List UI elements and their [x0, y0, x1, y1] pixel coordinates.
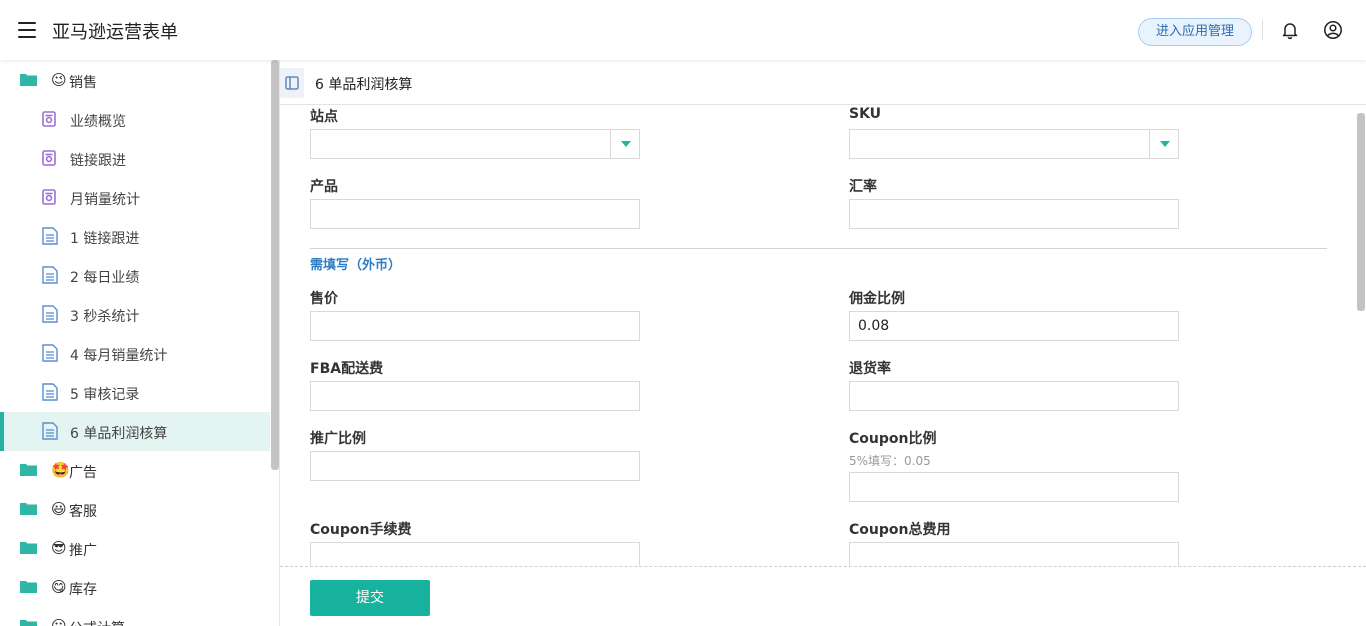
sidebar-item-label: 4 每月销量统计: [70, 348, 168, 364]
folder-icon: [20, 503, 37, 515]
sidebar-scrollbar[interactable]: [271, 60, 279, 470]
exchange-rate-label: 汇率: [849, 179, 877, 195]
sidebar-item-performance-overview[interactable]: 业绩概览: [0, 100, 270, 139]
coupon-fee-label: Coupon手续费: [310, 522, 412, 538]
commission-label: 佣金比例: [849, 291, 905, 307]
sidebar-group-label: 广告: [69, 465, 97, 481]
sidebar-item-label: 6 单品利润核算: [70, 426, 168, 442]
user-avatar-icon[interactable]: [1323, 20, 1343, 40]
document-icon: [42, 422, 58, 440]
commission-input[interactable]: 0.08: [849, 311, 1179, 341]
document-icon: [42, 383, 58, 401]
sidebar-item-page-6[interactable]: 6 单品利润核算: [0, 412, 270, 451]
product-label: 产品: [310, 179, 338, 195]
app-title: 亚马逊运营表单: [52, 22, 178, 43]
price-input[interactable]: [310, 311, 640, 341]
sidebar-item-page-3[interactable]: 3 秒杀统计: [0, 295, 270, 334]
smile-emoji-icon: 😃: [51, 500, 67, 518]
sidebar-group-label: 库存: [69, 582, 97, 598]
sidebar-group-inventory[interactable]: 😋 库存: [0, 568, 270, 607]
sidebar-group-label: 推广: [69, 543, 97, 559]
sidebar-group-sales[interactable]: 😉 销售: [0, 61, 270, 100]
return-rate-label: 退货率: [849, 361, 891, 377]
document-icon: [42, 227, 58, 245]
yum-emoji-icon: 😋: [51, 578, 67, 596]
main-content: 6 单品利润核算 站点 SKU 产品 汇率 需填写（外币） 售价 佣金比例 0.…: [280, 60, 1366, 626]
fba-fee-input[interactable]: [310, 381, 640, 411]
coupon-total-input[interactable]: [849, 542, 1179, 566]
page-tabbar: 6 单品利润核算: [280, 60, 1366, 105]
sidebar-nav: 😉 销售 业绩概览 链接跟进 月销量统计 1 链接跟进 2 每日业绩 3 秒杀统…: [0, 60, 280, 626]
site-label: 站点: [310, 109, 338, 125]
sidebar-item-label: 2 每日业绩: [70, 270, 140, 286]
page-title: 6 单品利润核算: [315, 77, 413, 93]
dropdown-arrow-icon[interactable]: [610, 130, 639, 158]
section-title: 需填写（外币）: [310, 258, 402, 273]
site-select[interactable]: [310, 129, 640, 159]
section-divider: [310, 248, 1327, 249]
document-icon: [42, 305, 58, 323]
sidebar-item-label: 5 审核记录: [70, 387, 140, 403]
sidebar-group-label: 销售: [69, 75, 97, 91]
sidebar-item-label: 3 秒杀统计: [70, 309, 140, 325]
sku-select[interactable]: [849, 129, 1179, 159]
coupon-fee-input[interactable]: [310, 542, 640, 566]
folder-icon: [20, 464, 37, 476]
sunglasses-emoji-icon: 😎: [51, 539, 67, 557]
form-icon: [42, 189, 56, 205]
main-scrollbar[interactable]: [1357, 113, 1365, 311]
sidebar-group-label: 客服: [69, 504, 97, 520]
sidebar-item-page-1[interactable]: 1 链接跟进: [0, 217, 270, 256]
wink-emoji-icon: 😉: [51, 71, 67, 89]
document-icon: [42, 344, 58, 362]
sidebar-group-promotion[interactable]: 😎 推广: [0, 529, 270, 568]
top-header: 亚马逊运营表单 进入应用管理: [0, 0, 1366, 60]
sidebar-group-ads[interactable]: 🤩 广告: [0, 451, 270, 490]
promo-ratio-label: 推广比例: [310, 431, 366, 447]
price-label: 售价: [310, 291, 338, 307]
form-footer: 提交: [280, 566, 1366, 626]
sku-label: SKU: [849, 106, 882, 122]
form-icon: [42, 150, 56, 166]
folder-icon: [20, 620, 37, 626]
neutral-emoji-icon: 😐: [51, 617, 67, 626]
fba-fee-label: FBA配送费: [310, 361, 384, 377]
sidebar-item-label: 链接跟进: [70, 153, 126, 169]
sidebar-item-label: 月销量统计: [70, 192, 140, 208]
form-icon: [42, 111, 56, 127]
header-divider: [1262, 20, 1263, 40]
sidebar-item-label: 业绩概览: [70, 114, 126, 130]
sidebar-item-label: 1 链接跟进: [70, 231, 140, 247]
sidebar-group-formula[interactable]: 😐 公式计算: [0, 607, 270, 626]
star-eyes-emoji-icon: 🤩: [51, 461, 70, 479]
sidebar-item-monthly-sales[interactable]: 月销量统计: [0, 178, 270, 217]
form-body: 站点 SKU 产品 汇率 需填写（外币） 售价 佣金比例 0.08 FBA配送费…: [280, 105, 1366, 566]
return-rate-input[interactable]: [849, 381, 1179, 411]
promo-ratio-input[interactable]: [310, 451, 640, 481]
bell-icon[interactable]: [1280, 20, 1300, 40]
sidebar-item-link-follow[interactable]: 链接跟进: [0, 139, 270, 178]
coupon-ratio-hint: 5%填写：0.05: [849, 454, 931, 468]
product-input[interactable]: [310, 199, 640, 229]
submit-button[interactable]: 提交: [310, 580, 430, 616]
document-icon: [42, 266, 58, 284]
dropdown-arrow-icon[interactable]: [1149, 130, 1178, 158]
folder-icon: [20, 581, 37, 593]
sidebar-group-customer-service[interactable]: 😃 客服: [0, 490, 270, 529]
enter-app-management-button[interactable]: 进入应用管理: [1138, 18, 1252, 46]
sidebar-item-page-2[interactable]: 2 每日业绩: [0, 256, 270, 295]
sidebar-item-page-5[interactable]: 5 审核记录: [0, 373, 270, 412]
coupon-ratio-label: Coupon比例: [849, 431, 937, 447]
exchange-rate-input[interactable]: [849, 199, 1179, 229]
folder-icon: [20, 74, 37, 86]
coupon-total-label: Coupon总费用: [849, 522, 951, 538]
sidebar-group-label: 公式计算: [69, 618, 125, 626]
coupon-ratio-input[interactable]: [849, 472, 1179, 502]
folder-icon: [20, 542, 37, 554]
hamburger-menu-icon[interactable]: [18, 22, 36, 38]
panel-toggle-icon[interactable]: [280, 68, 304, 98]
sidebar-item-page-4[interactable]: 4 每月销量统计: [0, 334, 270, 373]
